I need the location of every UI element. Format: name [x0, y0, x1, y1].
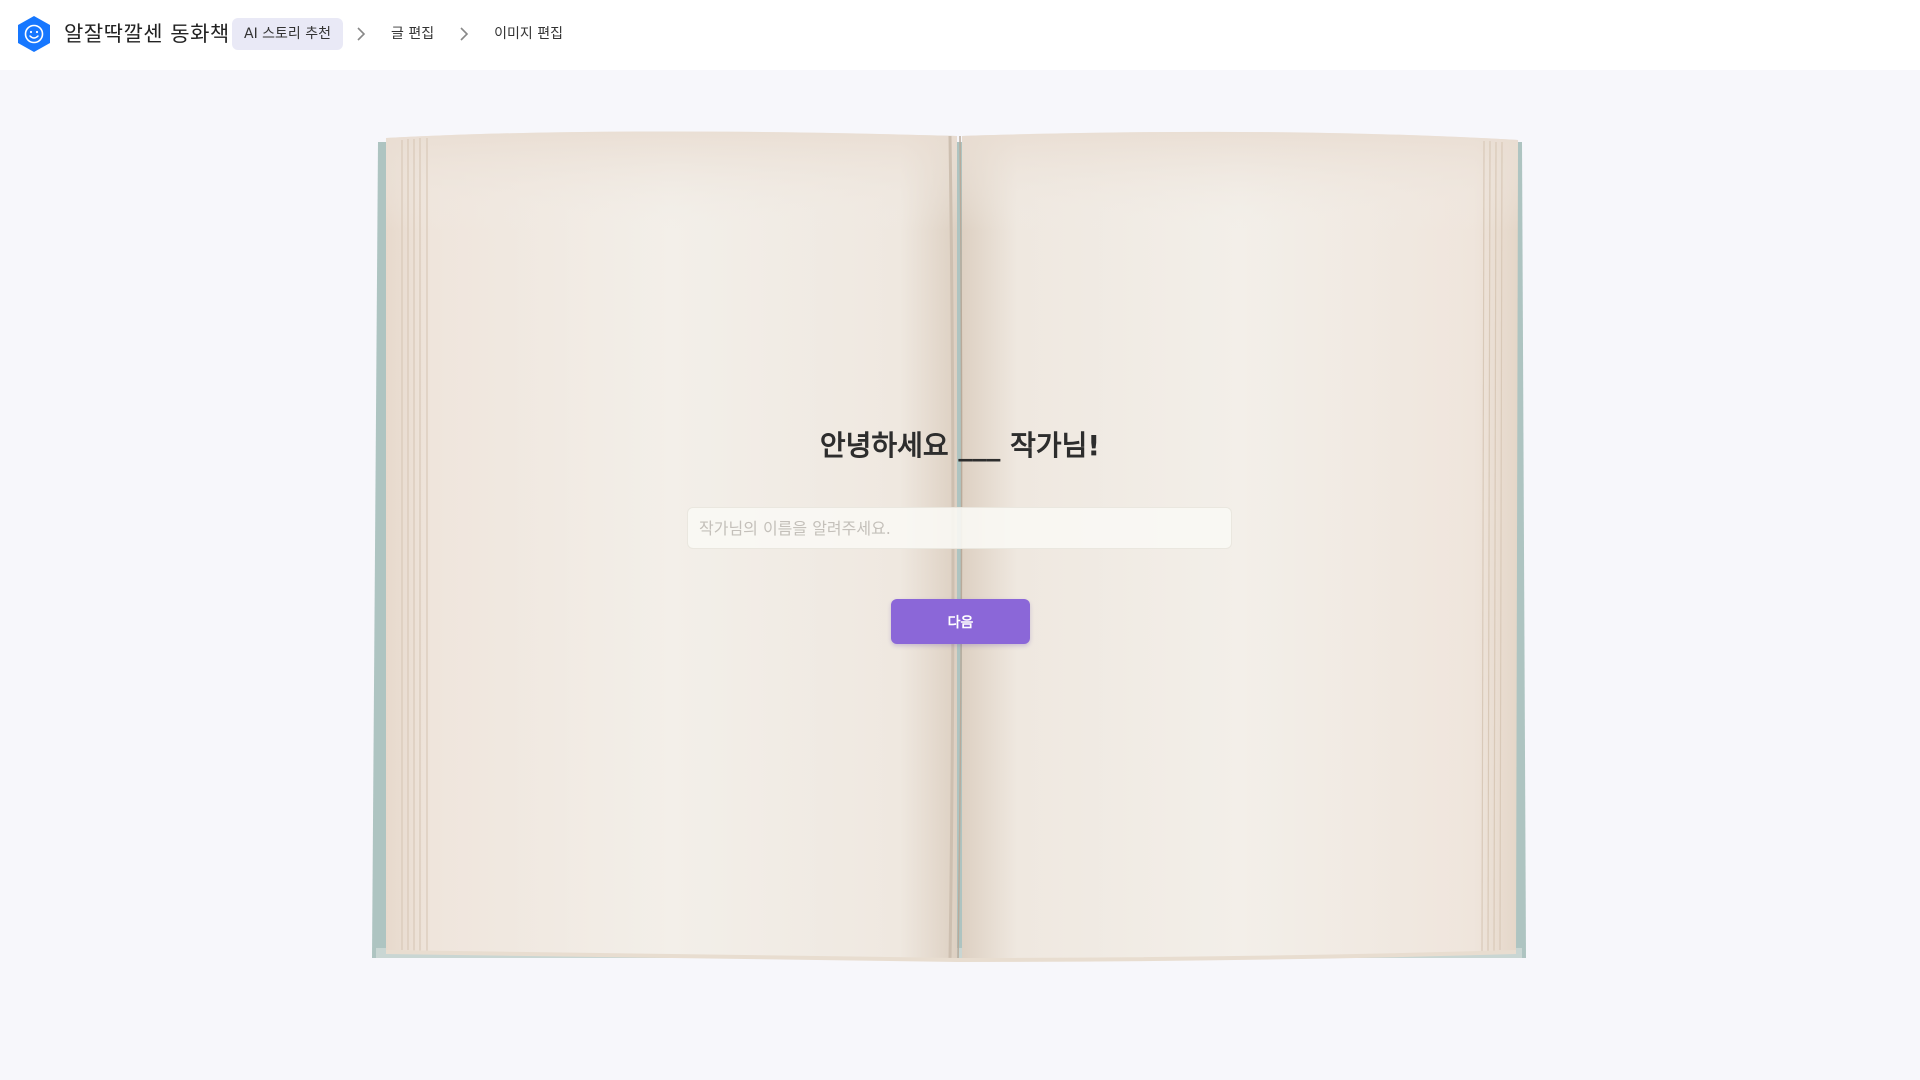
chevron-right-icon	[343, 18, 379, 50]
smiley-hexagon-icon[interactable]	[16, 15, 52, 53]
breadcrumb: AI 스토리 추천 글 편집 이미지 편집	[232, 18, 575, 50]
breadcrumb-step-ai-story[interactable]: AI 스토리 추천	[232, 18, 344, 50]
app-title[interactable]: 알잘딱깔센 동화책	[64, 18, 230, 48]
breadcrumb-step-text-edit[interactable]: 글 편집	[379, 18, 446, 50]
greeting-heading: 안녕하세요 ___ 작가님!	[819, 429, 1101, 462]
breadcrumb-step-image-edit[interactable]: 이미지 편집	[482, 18, 575, 50]
next-button[interactable]: 다음	[891, 599, 1030, 644]
author-name-input[interactable]	[687, 507, 1232, 549]
top-navigation-bar: 알잘딱깔센 동화책 AI 스토리 추천 글 편집 이미지 편집	[0, 0, 1920, 70]
chevron-right-icon	[446, 18, 482, 50]
